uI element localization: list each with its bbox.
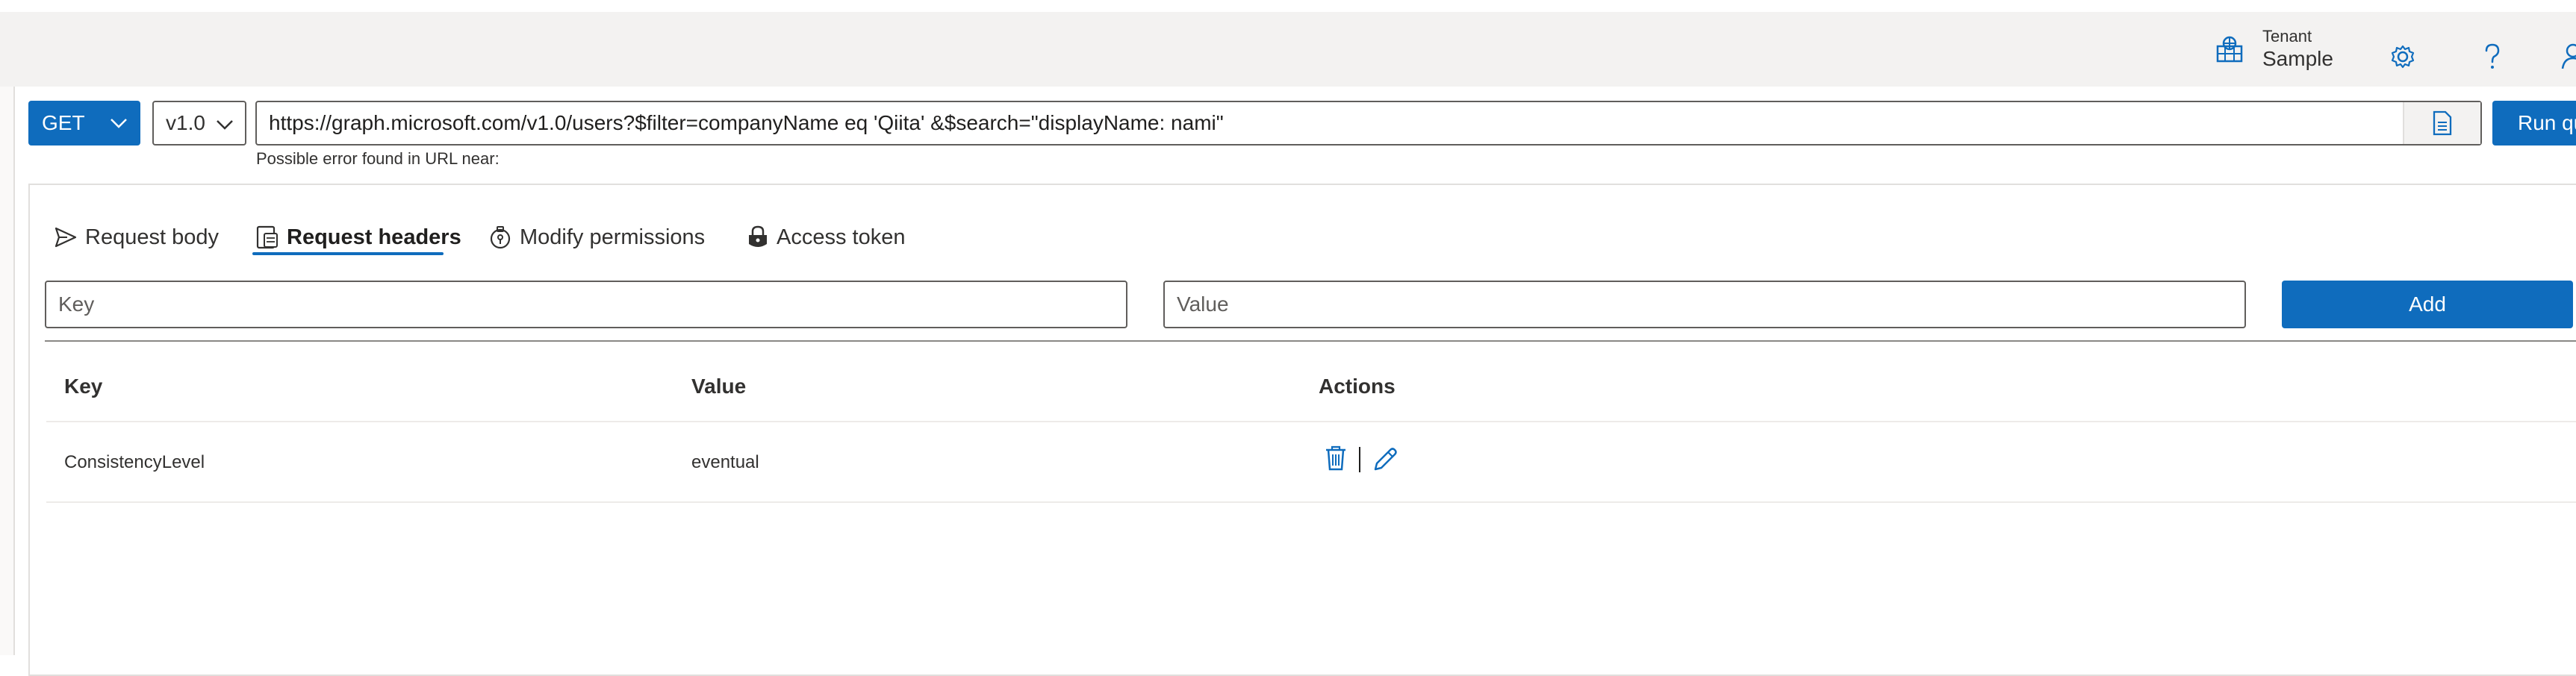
action-separator bbox=[1359, 447, 1360, 472]
active-tab-indicator bbox=[252, 252, 444, 255]
column-header-key: Key bbox=[64, 375, 103, 398]
query-url-text: https://graph.microsoft.com/v1.0/users?$… bbox=[269, 111, 1224, 134]
chevron-down-icon bbox=[217, 120, 233, 130]
permissions-icon bbox=[490, 226, 511, 249]
http-method-value: GET bbox=[42, 111, 85, 134]
row-divider bbox=[46, 501, 2576, 503]
settings-icon[interactable] bbox=[2388, 42, 2418, 72]
header-row-key: ConsistencyLevel bbox=[64, 452, 205, 472]
send-icon bbox=[55, 227, 77, 248]
http-method-dropdown[interactable]: GET bbox=[28, 101, 140, 145]
share-query-button[interactable] bbox=[2403, 102, 2480, 144]
column-header-value: Value bbox=[691, 375, 747, 398]
chevron-down-icon bbox=[111, 119, 127, 128]
lock-icon bbox=[749, 225, 767, 247]
top-header: Tenant Sample bbox=[0, 12, 2576, 87]
api-version-dropdown[interactable]: v1.0 bbox=[152, 101, 246, 145]
tenant-switcher[interactable]: Tenant Sample bbox=[2215, 27, 2333, 72]
tab-request-body[interactable]: Request body bbox=[54, 215, 219, 260]
tab-modify-permissions[interactable]: Modify permissions bbox=[488, 215, 705, 260]
account-icon[interactable] bbox=[2561, 42, 2576, 72]
tab-access-token[interactable]: Access token bbox=[747, 215, 905, 260]
row-divider bbox=[46, 421, 2576, 422]
tab-label: Request headers bbox=[287, 225, 461, 249]
header-value-input[interactable]: Value bbox=[1163, 281, 2246, 328]
add-header-button[interactable]: Add bbox=[2282, 281, 2573, 328]
run-query-button[interactable]: Run qu bbox=[2492, 101, 2576, 145]
tab-label: Request body bbox=[85, 225, 219, 249]
edit-icon[interactable] bbox=[1372, 445, 1398, 475]
globe-icon bbox=[2215, 34, 2244, 64]
request-panel: Request body Request headers Modify perm… bbox=[28, 184, 2576, 676]
help-icon[interactable] bbox=[2477, 42, 2507, 72]
tab-label: Access token bbox=[777, 225, 906, 249]
headers-icon bbox=[256, 225, 278, 249]
tenant-value: Sample bbox=[2262, 47, 2333, 70]
header-key-input[interactable]: Key bbox=[45, 281, 1127, 328]
document-icon bbox=[2433, 110, 2452, 136]
divider bbox=[45, 340, 2576, 342]
api-version-value: v1.0 bbox=[166, 111, 205, 134]
sidebar-edge bbox=[0, 87, 15, 655]
query-url-input[interactable]: https://graph.microsoft.com/v1.0/users?$… bbox=[255, 101, 2482, 145]
header-row-value: eventual bbox=[691, 452, 759, 472]
tenant-label: Tenant bbox=[2262, 27, 2312, 46]
delete-icon[interactable] bbox=[1325, 445, 1347, 475]
column-header-actions: Actions bbox=[1319, 375, 1396, 398]
url-error-message: Possible error found in URL near: bbox=[256, 149, 500, 168]
tab-label: Modify permissions bbox=[520, 225, 706, 249]
row-actions bbox=[1325, 443, 1398, 476]
